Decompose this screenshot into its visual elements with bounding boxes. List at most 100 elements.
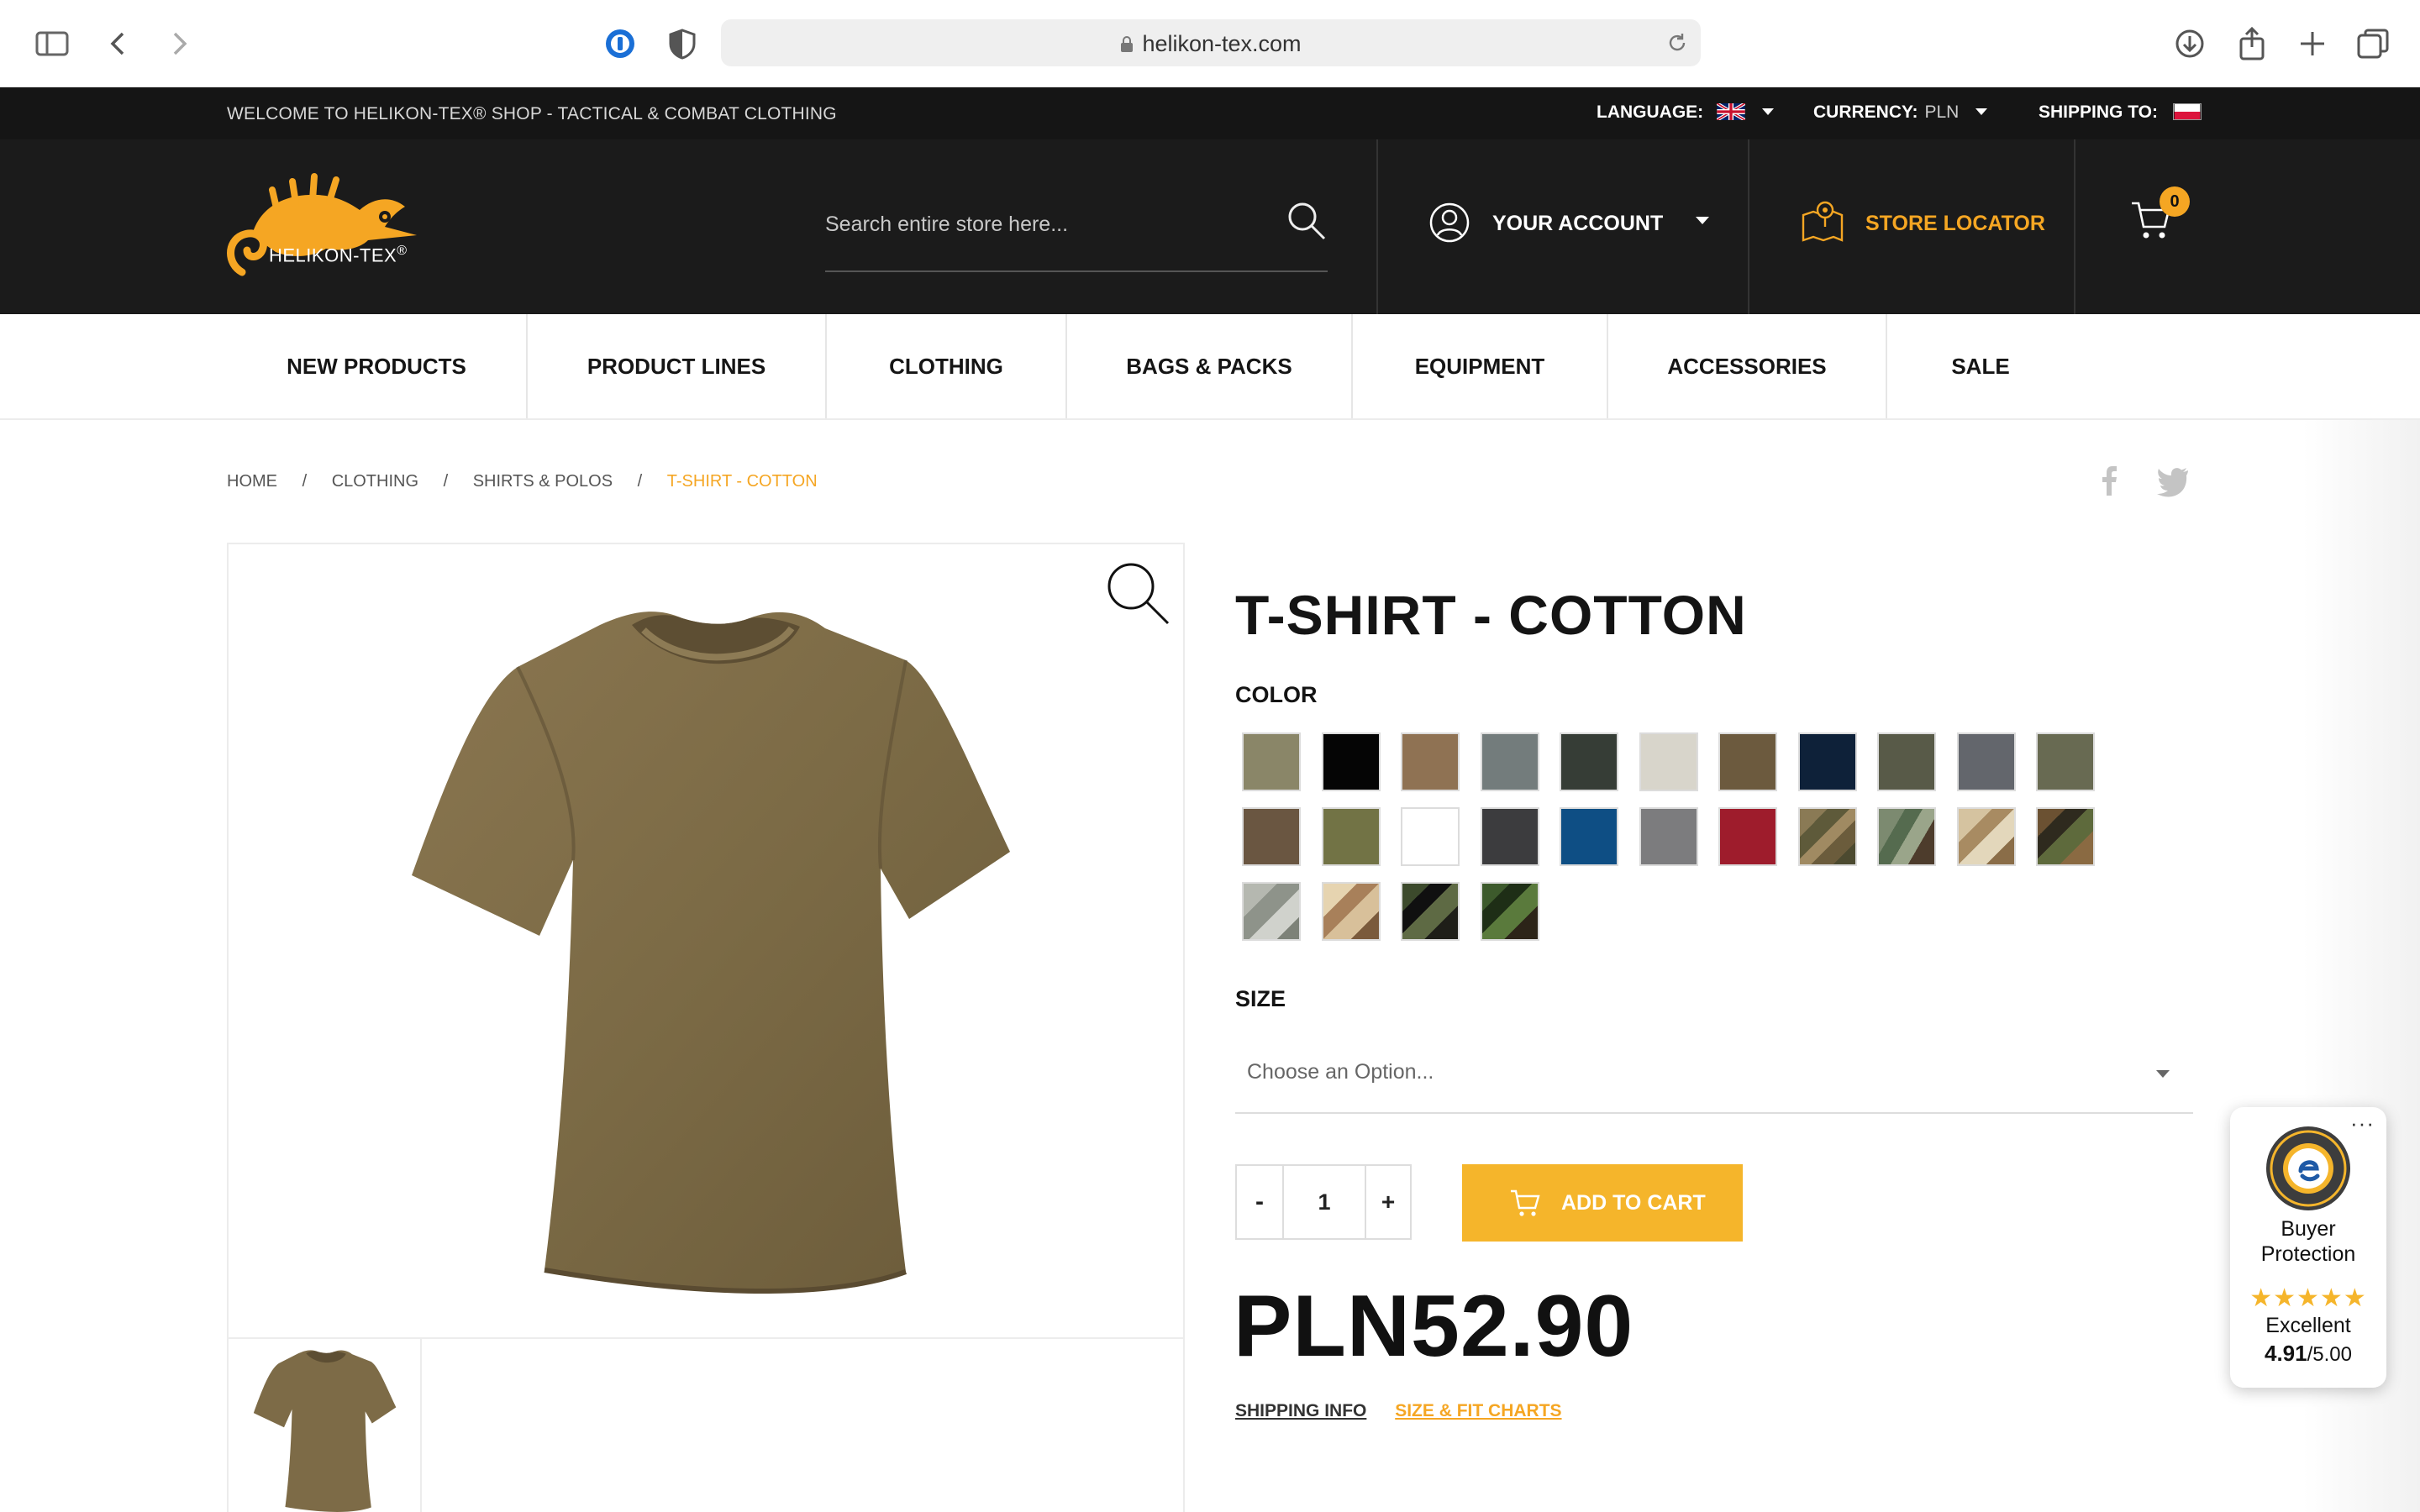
breadcrumb-clothing[interactable]: CLOTHING bbox=[332, 472, 418, 491]
password-manager-icon[interactable] bbox=[602, 25, 639, 62]
add-to-cart-button[interactable]: ADD TO CART bbox=[1462, 1164, 1743, 1242]
address-bar[interactable]: helikon-tex.com bbox=[721, 19, 1701, 66]
back-arrow-icon[interactable] bbox=[101, 25, 138, 62]
header-divider bbox=[2074, 139, 2075, 314]
chevron-down-icon bbox=[2156, 1070, 2170, 1078]
cart-count-badge: 0 bbox=[2160, 186, 2190, 217]
color-swatch[interactable] bbox=[1401, 807, 1460, 866]
color-swatch[interactable] bbox=[1797, 732, 1857, 791]
nav-item-clothing[interactable]: CLOTHING bbox=[827, 314, 1065, 418]
shipping-info-link[interactable]: SHIPPING INFO bbox=[1235, 1401, 1366, 1420]
quantity-stepper: - 1 + bbox=[1235, 1164, 1412, 1240]
color-swatch[interactable] bbox=[1639, 807, 1698, 866]
trusted-shops-seal-icon bbox=[2266, 1126, 2350, 1210]
privacy-shield-icon[interactable] bbox=[664, 25, 701, 62]
currency-label: CURRENCY: bbox=[1813, 102, 1918, 122]
color-swatch[interactable] bbox=[1956, 807, 2016, 866]
thumbnail[interactable] bbox=[229, 1339, 422, 1512]
tshirt-thumbnail-image bbox=[253, 1350, 397, 1512]
search-input[interactable] bbox=[825, 205, 1262, 244]
color-swatch[interactable] bbox=[1639, 732, 1698, 791]
color-swatch[interactable] bbox=[1321, 732, 1381, 791]
welcome-message: WELCOME TO HELIKON-TEX® SHOP - TACTICAL … bbox=[227, 104, 837, 123]
color-swatch[interactable] bbox=[1242, 882, 1301, 941]
rating-word: Excellent bbox=[2265, 1314, 2351, 1337]
sidebar-toggle-icon[interactable] bbox=[34, 25, 71, 62]
nav-item-product-lines[interactable]: PRODUCT LINES bbox=[528, 314, 825, 418]
breadcrumb-home[interactable]: HOME bbox=[227, 472, 277, 491]
size-fit-charts-link[interactable]: SIZE & FIT CHARTS bbox=[1395, 1401, 1561, 1420]
trust-title-line1: Buyer bbox=[2281, 1217, 2336, 1241]
currency-selector[interactable]: CURRENCY: PLN bbox=[1813, 102, 1988, 123]
page: helikon-tex.com WELCOME TO HELIKON-TEX® … bbox=[0, 0, 2420, 1512]
new-tab-icon[interactable] bbox=[2294, 25, 2331, 62]
nav-item-accessories[interactable]: ACCESSORIES bbox=[1608, 314, 1886, 418]
product-gallery[interactable] bbox=[227, 543, 1185, 1339]
forward-arrow-icon[interactable] bbox=[160, 25, 197, 62]
facebook-icon[interactable] bbox=[2091, 462, 2128, 499]
nav-item-equipment[interactable]: EQUIPMENT bbox=[1353, 314, 1607, 418]
breadcrumb-shirts-polos[interactable]: SHIRTS & POLOS bbox=[473, 472, 613, 491]
color-swatch[interactable] bbox=[1560, 732, 1618, 791]
search-bar bbox=[825, 198, 1328, 272]
top-strip: WELCOME TO HELIKON-TEX® SHOP - TACTICAL … bbox=[0, 87, 2420, 139]
reload-icon[interactable] bbox=[1665, 31, 1689, 55]
quantity-decrease-button[interactable]: - bbox=[1237, 1166, 1284, 1238]
poland-flag-icon bbox=[2172, 103, 2202, 120]
color-swatch[interactable] bbox=[1321, 807, 1381, 866]
size-select[interactable]: Choose an Option... bbox=[1235, 1042, 2193, 1114]
chevron-down-icon bbox=[1975, 108, 1988, 115]
color-swatch[interactable] bbox=[1401, 732, 1460, 791]
store-locator-label: STORE LOCATOR bbox=[1865, 212, 2045, 235]
rating-stars-icon: ★★★★★ bbox=[2249, 1284, 2367, 1312]
color-swatch[interactable] bbox=[1718, 732, 1777, 791]
shipping-selector[interactable]: SHIPPING TO: bbox=[2039, 102, 2202, 123]
color-swatch[interactable] bbox=[1480, 732, 1539, 791]
url-text: helikon-tex.com bbox=[1142, 31, 1302, 56]
nav-item-bags-packs[interactable]: BAGS & PACKS bbox=[1067, 314, 1351, 418]
zoom-icon[interactable] bbox=[1101, 556, 1171, 627]
nav-item-new-products[interactable]: NEW PRODUCTS bbox=[227, 314, 526, 418]
helikon-tex-logo[interactable]: HELIKON-TEX® bbox=[225, 165, 418, 282]
currency-value: PLN bbox=[1924, 102, 1960, 122]
mini-cart[interactable]: 0 bbox=[2129, 186, 2190, 254]
lock-icon bbox=[1121, 36, 1134, 52]
browser-toolbar: helikon-tex.com bbox=[0, 0, 2420, 87]
quantity-input[interactable]: 1 bbox=[1284, 1166, 1365, 1238]
tshirt-image bbox=[412, 612, 1010, 1294]
color-swatch[interactable] bbox=[1797, 807, 1857, 866]
header-divider bbox=[1376, 139, 1378, 314]
color-swatch[interactable] bbox=[1956, 732, 2016, 791]
color-swatch[interactable] bbox=[1877, 807, 1936, 866]
color-swatch[interactable] bbox=[2036, 732, 2095, 791]
product-title: T-SHIRT - COTTON bbox=[1235, 584, 1747, 646]
color-swatch[interactable] bbox=[1480, 807, 1539, 866]
quantity-increase-button[interactable]: + bbox=[1365, 1166, 1410, 1238]
language-selector[interactable]: LANGUAGE: bbox=[1597, 102, 1774, 123]
color-swatch[interactable] bbox=[2036, 807, 2095, 866]
color-swatch[interactable] bbox=[1242, 807, 1301, 866]
header-divider bbox=[1748, 139, 1749, 314]
color-swatch[interactable] bbox=[1242, 732, 1301, 791]
color-swatch[interactable] bbox=[1480, 882, 1539, 941]
color-swatch[interactable] bbox=[1718, 807, 1777, 866]
color-swatch[interactable] bbox=[1401, 882, 1460, 941]
uk-flag-icon bbox=[1717, 103, 1746, 120]
trusted-shops-badge[interactable]: ··· Buyer Protection ★★★★★ Excellent 4.91… bbox=[2230, 1107, 2386, 1388]
main-navigation: NEW PRODUCTS PRODUCT LINES CLOTHING BAGS… bbox=[0, 314, 2420, 420]
color-swatch[interactable] bbox=[1877, 732, 1936, 791]
trust-title-line2: Protection bbox=[2260, 1242, 2356, 1266]
twitter-icon[interactable] bbox=[2154, 462, 2191, 499]
color-swatch[interactable] bbox=[1321, 882, 1381, 941]
more-options-icon[interactable]: ··· bbox=[2350, 1110, 2375, 1137]
account-label: YOUR ACCOUNT bbox=[1492, 212, 1664, 235]
product-links: SHIPPING INFO SIZE & FIT CHARTS bbox=[1235, 1401, 1562, 1421]
color-swatch[interactable] bbox=[1560, 807, 1618, 866]
downloads-icon[interactable] bbox=[2171, 25, 2208, 62]
tab-overview-icon[interactable] bbox=[2354, 25, 2391, 62]
nav-item-sale[interactable]: SALE bbox=[1887, 314, 2074, 418]
user-icon bbox=[1429, 202, 1470, 243]
share-icon[interactable] bbox=[2233, 25, 2270, 62]
site-header: HELIKON-TEX® YOUR ACCOUNT STORE LOCATOR … bbox=[0, 139, 2420, 314]
search-icon[interactable] bbox=[1284, 198, 1328, 242]
